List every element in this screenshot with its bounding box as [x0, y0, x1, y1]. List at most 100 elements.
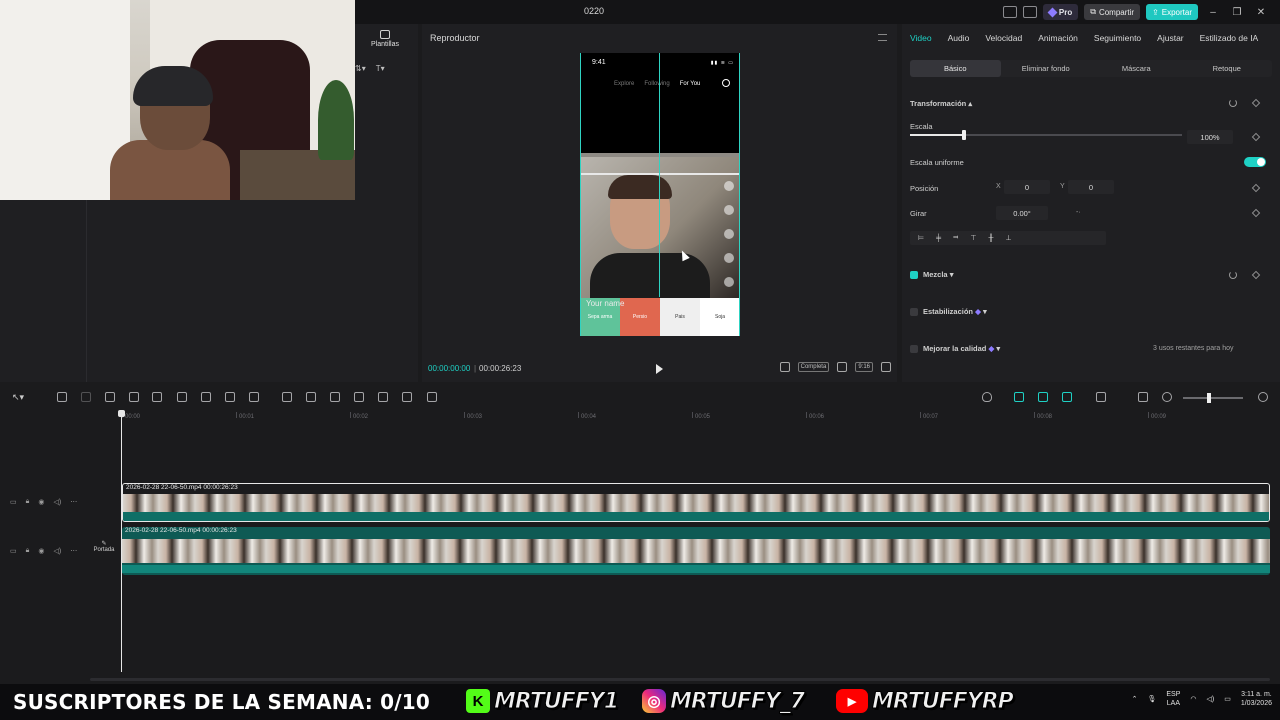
track-cover-icon[interactable]: ▭: [10, 498, 17, 506]
zoom-slider[interactable]: [1183, 393, 1243, 403]
sort-icon[interactable]: ⇅▾: [355, 64, 366, 73]
video-clip-main[interactable]: 2026-02-28 22-06-50.mp4 00:00:26:23: [122, 527, 1270, 575]
tab-tracking[interactable]: Seguimiento: [1094, 33, 1141, 43]
stabilize-section[interactable]: Estabilización ◆ ▾: [923, 307, 987, 316]
align-left-icon[interactable]: ⊨: [918, 234, 924, 242]
position-y-field[interactable]: 0: [1068, 180, 1114, 194]
export-button[interactable]: ⇪ Exportar: [1146, 4, 1198, 20]
subtab-retouch[interactable]: Retoque: [1182, 60, 1273, 77]
snap-icon[interactable]: [1062, 392, 1072, 402]
reset-transform-icon[interactable]: [1229, 99, 1237, 107]
keyframe-position-icon[interactable]: [1251, 183, 1261, 193]
filter-icon[interactable]: T▾: [376, 64, 385, 73]
shortcuts-icon[interactable]: [1022, 6, 1037, 18]
blend-section[interactable]: Mezcla ▾: [923, 270, 953, 279]
timeline[interactable]: 00:00 00:01 00:02 00:03 00:04 00:05 00:06 00:07…: [0, 408, 1280, 688]
position-x-field[interactable]: 0: [1004, 180, 1050, 194]
full-quality-button[interactable]: Completa: [797, 362, 830, 372]
wifi-icon[interactable]: ◠: [1190, 695, 1196, 703]
cover-button[interactable]: ✎ Portada: [90, 540, 118, 553]
audio-icon[interactable]: ◁): [53, 547, 61, 555]
rotate-field[interactable]: 0.00°: [996, 206, 1048, 220]
microphone-icon[interactable]: [982, 392, 992, 402]
pro-button[interactable]: Pro: [1042, 4, 1079, 20]
video-clip-top[interactable]: 2026-02-28 22-06-50.mp4 00:00:26:23: [122, 483, 1270, 522]
minimize-icon[interactable]: –: [1204, 7, 1222, 18]
rotate-reset-icon[interactable]: -·: [1076, 209, 1081, 216]
split-right-icon[interactable]: [152, 392, 162, 402]
caption-icon[interactable]: [378, 392, 388, 402]
subtab-mask[interactable]: Máscara: [1091, 60, 1182, 77]
preview-axis-icon[interactable]: [1096, 392, 1106, 402]
ratio-button[interactable]: 9:16: [855, 362, 873, 372]
subtab-basic[interactable]: Básico: [910, 60, 1001, 77]
speed-icon[interactable]: [249, 392, 259, 402]
lock-icon[interactable]: 🔒︎: [26, 547, 30, 555]
tab-video[interactable]: Video: [910, 33, 932, 43]
crop-tool-icon[interactable]: [225, 392, 235, 402]
align-middle-icon[interactable]: ╫: [988, 235, 993, 242]
align-center-icon[interactable]: ╪: [936, 235, 941, 242]
uniform-scale-toggle[interactable]: [1244, 157, 1266, 167]
scale-slider[interactable]: [910, 130, 1182, 140]
restore-icon[interactable]: ❐: [1228, 7, 1246, 18]
tab-speed[interactable]: Velocidad: [985, 33, 1022, 43]
fullscreen-icon[interactable]: [881, 362, 891, 372]
preview-canvas[interactable]: 9:41 ▮▮ ≋ ▭ Explore Following For You Se…: [580, 53, 740, 336]
enhance-checkbox[interactable]: [910, 345, 918, 353]
share-button[interactable]: ⧉ Compartir: [1084, 4, 1141, 20]
stabilize-checkbox[interactable]: [910, 308, 918, 316]
align-right-icon[interactable]: ⫤: [953, 234, 958, 242]
keyframe-scale-icon[interactable]: [1251, 132, 1261, 142]
zoom-in-icon[interactable]: [1258, 392, 1268, 402]
keyframe-rotate-icon[interactable]: [1251, 208, 1261, 218]
subtab-remove-bg[interactable]: Eliminar fondo: [1001, 60, 1092, 77]
blend-checkbox[interactable]: [910, 271, 918, 279]
more-icon[interactable]: ⋯: [70, 547, 77, 555]
menu-icon[interactable]: [878, 34, 887, 41]
align-bottom-icon[interactable]: ⊥: [1005, 234, 1011, 242]
microphone-tray-icon[interactable]: 🎙︎: [1147, 695, 1156, 703]
split-icon[interactable]: [105, 392, 115, 402]
language-indicator[interactable]: ESP LAA: [1166, 690, 1180, 708]
reset-blend-icon[interactable]: [1229, 271, 1237, 279]
subtitle-icon[interactable]: [1138, 392, 1148, 402]
tab-ai-style[interactable]: Estilizado de IA: [1200, 33, 1259, 43]
lock-icon[interactable]: 🔒︎: [26, 498, 30, 506]
more-icon[interactable]: ⋯: [70, 498, 77, 506]
clock[interactable]: 3:11 a. m. 1/03/2026: [1241, 690, 1272, 708]
link-icon[interactable]: [1014, 392, 1024, 402]
zoom-out-icon[interactable]: [1162, 392, 1172, 402]
split-left-icon[interactable]: [129, 392, 139, 402]
align-top-icon[interactable]: ⊤: [970, 234, 976, 242]
mirror-icon[interactable]: [306, 392, 316, 402]
battery-icon[interactable]: ▭: [1224, 695, 1231, 703]
zoom-slider-knob[interactable]: [1207, 393, 1211, 403]
keyframe-transform-icon[interactable]: [1251, 98, 1261, 108]
eye-icon[interactable]: ◉: [38, 498, 44, 506]
tab-audio[interactable]: Audio: [948, 33, 970, 43]
eye-icon[interactable]: ◉: [38, 547, 44, 555]
undo-icon[interactable]: [57, 392, 67, 402]
ai-tool-icon[interactable]: [427, 392, 437, 402]
redo-icon[interactable]: [81, 392, 91, 402]
tab-animation[interactable]: Animación: [1038, 33, 1078, 43]
transform-section-title[interactable]: Transformación ▴: [910, 99, 972, 108]
transform-icon[interactable]: [402, 392, 412, 402]
play-icon[interactable]: [656, 364, 663, 374]
crop-icon[interactable]: [779, 362, 790, 372]
enhance-section[interactable]: Mejorar la calidad ◆ ▾: [923, 344, 1000, 353]
delete-icon[interactable]: [177, 392, 187, 402]
magic-icon[interactable]: [354, 392, 364, 402]
audio-icon[interactable]: ◁): [53, 498, 61, 506]
templates-nav[interactable]: Plantillas: [355, 30, 415, 48]
keyframe-blend-icon[interactable]: [1251, 270, 1261, 280]
freeze-icon[interactable]: [282, 392, 292, 402]
timeline-scrollbar[interactable]: [90, 678, 1270, 681]
marker-icon[interactable]: [201, 392, 211, 402]
person-icon[interactable]: [330, 392, 340, 402]
select-tool-icon[interactable]: ↖▾: [12, 392, 24, 402]
close-icon[interactable]: ✕: [1252, 7, 1270, 18]
tab-adjust[interactable]: Ajustar: [1157, 33, 1183, 43]
layout-icon[interactable]: [1002, 6, 1017, 18]
